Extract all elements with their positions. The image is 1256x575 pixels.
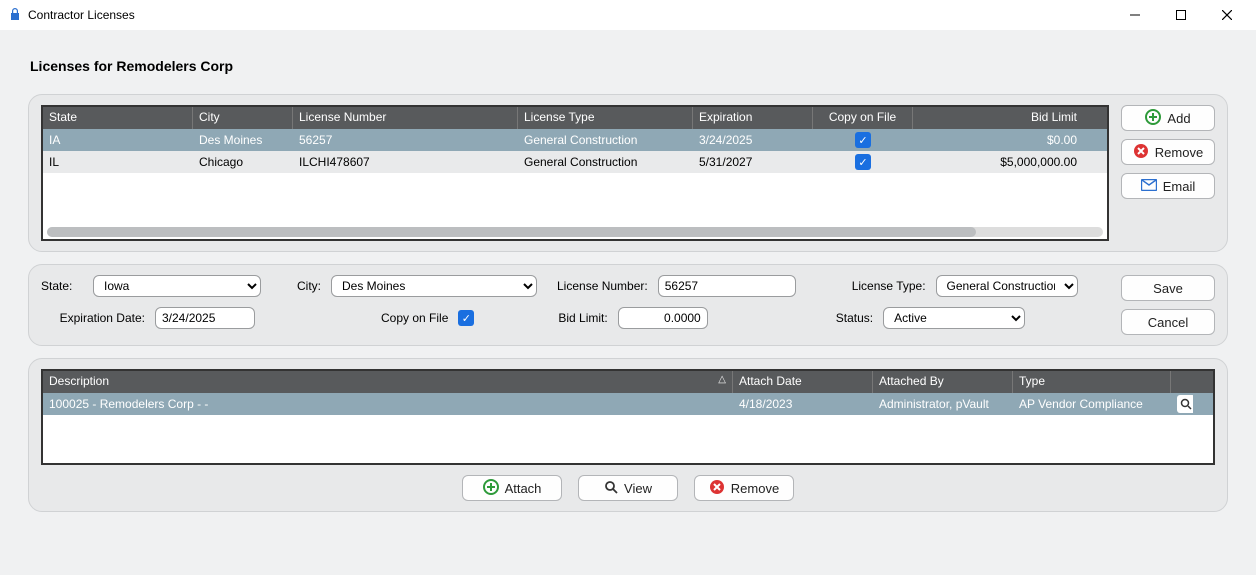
col-header-expiration[interactable]: Expiration bbox=[693, 107, 813, 129]
horizontal-scrollbar[interactable] bbox=[47, 227, 1103, 237]
license-form-panel: State: Iowa City: Des Moines License Num… bbox=[28, 264, 1228, 346]
label-license-type: License Type: bbox=[852, 279, 926, 293]
email-button[interactable]: Email bbox=[1121, 173, 1215, 199]
col-header-description[interactable]: Description bbox=[43, 371, 733, 393]
cell-expiration: 5/31/2027 bbox=[693, 152, 813, 172]
licenses-grid[interactable]: State City License Number License Type E… bbox=[41, 105, 1109, 241]
x-circle-icon bbox=[709, 479, 725, 498]
envelope-icon bbox=[1141, 179, 1157, 194]
page-title: Licenses for Remodelers Corp bbox=[28, 30, 1228, 94]
cell-license-type: General Construction bbox=[518, 130, 693, 150]
label-license-number: License Number: bbox=[557, 279, 648, 293]
col-header-attached-by[interactable]: Attached By bbox=[873, 371, 1013, 393]
titlebar: Contractor Licenses bbox=[0, 0, 1256, 30]
label-state: State: bbox=[41, 279, 83, 293]
label-expiration-date: Expiration Date: bbox=[15, 311, 145, 325]
button-label: Remove bbox=[731, 481, 779, 496]
cell-type: AP Vendor Compliance bbox=[1013, 394, 1171, 414]
save-button[interactable]: Save bbox=[1121, 275, 1215, 301]
col-header-bid-limit[interactable]: Bid Limit bbox=[913, 107, 1083, 129]
bid-limit-input[interactable] bbox=[618, 307, 708, 329]
cell-city: Chicago bbox=[193, 152, 293, 172]
cell-copy-on-file: ✓ bbox=[813, 151, 913, 173]
button-label: Attach bbox=[505, 481, 542, 496]
close-button[interactable] bbox=[1204, 0, 1250, 30]
label-city: City: bbox=[297, 279, 321, 293]
checkmark-icon: ✓ bbox=[855, 132, 871, 148]
button-label: Cancel bbox=[1148, 315, 1188, 330]
button-label: Add bbox=[1167, 111, 1190, 126]
cell-state: IL bbox=[43, 152, 193, 172]
add-button[interactable]: Add bbox=[1121, 105, 1215, 131]
col-header-action bbox=[1171, 371, 1193, 393]
col-header-type[interactable]: Type bbox=[1013, 371, 1171, 393]
license-number-input[interactable] bbox=[658, 275, 796, 297]
search-icon bbox=[604, 480, 618, 497]
cell-attach-date: 4/18/2023 bbox=[733, 394, 873, 414]
table-row[interactable]: IL Chicago ILCHI478607 General Construct… bbox=[43, 151, 1107, 173]
licenses-panel: State City License Number License Type E… bbox=[28, 94, 1228, 252]
window-title: Contractor Licenses bbox=[28, 8, 135, 22]
cell-bid-limit: $5,000,000.00 bbox=[913, 152, 1083, 172]
lock-icon bbox=[8, 7, 22, 24]
plus-circle-icon bbox=[1145, 109, 1161, 128]
x-circle-icon bbox=[1133, 143, 1149, 162]
cancel-button[interactable]: Cancel bbox=[1121, 309, 1215, 335]
button-label: View bbox=[624, 481, 652, 496]
view-button[interactable]: View bbox=[578, 475, 678, 501]
remove-doc-button[interactable]: Remove bbox=[694, 475, 794, 501]
cell-license-number: 56257 bbox=[293, 130, 518, 150]
col-header-license-number[interactable]: License Number bbox=[293, 107, 518, 129]
button-label: Remove bbox=[1155, 145, 1203, 160]
cell-expiration: 3/24/2025 bbox=[693, 130, 813, 150]
documents-panel: Description Attach Date Attached By Type… bbox=[28, 358, 1228, 512]
button-label: Save bbox=[1153, 281, 1183, 296]
cell-state: IA bbox=[43, 130, 193, 150]
cell-city: Des Moines bbox=[193, 130, 293, 150]
col-header-copy-on-file[interactable]: Copy on File bbox=[813, 107, 913, 129]
expiration-date-input[interactable] bbox=[155, 307, 255, 329]
view-row-button[interactable] bbox=[1177, 395, 1193, 413]
copy-on-file-checkbox[interactable]: ✓ bbox=[458, 310, 474, 326]
attach-button[interactable]: Attach bbox=[462, 475, 562, 501]
cell-description: 100025 - Remodelers Corp - - bbox=[43, 394, 733, 414]
remove-button[interactable]: Remove bbox=[1121, 139, 1215, 165]
col-header-attach-date[interactable]: Attach Date bbox=[733, 371, 873, 393]
col-header-city[interactable]: City bbox=[193, 107, 293, 129]
checkmark-icon: ✓ bbox=[855, 154, 871, 170]
label-bid-limit: Bid Limit: bbox=[558, 311, 607, 325]
search-icon bbox=[1180, 398, 1192, 410]
label-copy-on-file: Copy on File bbox=[381, 311, 448, 325]
cell-license-type: General Construction bbox=[518, 152, 693, 172]
button-label: Email bbox=[1163, 179, 1196, 194]
cell-bid-limit: $0.00 bbox=[913, 130, 1083, 150]
cell-license-number: ILCHI478607 bbox=[293, 152, 518, 172]
state-select[interactable]: Iowa bbox=[93, 275, 261, 297]
licenses-grid-header: State City License Number License Type E… bbox=[43, 107, 1107, 129]
col-header-license-type[interactable]: License Type bbox=[518, 107, 693, 129]
col-header-state[interactable]: State bbox=[43, 107, 193, 129]
documents-grid[interactable]: Description Attach Date Attached By Type… bbox=[41, 369, 1215, 465]
cell-attached-by: Administrator, pVault bbox=[873, 394, 1013, 414]
license-type-select[interactable]: General Construction bbox=[936, 275, 1078, 297]
city-select[interactable]: Des Moines bbox=[331, 275, 537, 297]
scrollbar-thumb[interactable] bbox=[47, 227, 976, 237]
documents-grid-header: Description Attach Date Attached By Type bbox=[43, 371, 1213, 393]
minimize-button[interactable] bbox=[1112, 0, 1158, 30]
label-status: Status: bbox=[836, 311, 873, 325]
plus-circle-icon bbox=[483, 479, 499, 498]
table-row[interactable]: 100025 - Remodelers Corp - - 4/18/2023 A… bbox=[43, 393, 1213, 415]
maximize-button[interactable] bbox=[1158, 0, 1204, 30]
table-row[interactable]: IA Des Moines 56257 General Construction… bbox=[43, 129, 1107, 151]
cell-copy-on-file: ✓ bbox=[813, 129, 913, 151]
status-select[interactable]: Active bbox=[883, 307, 1025, 329]
